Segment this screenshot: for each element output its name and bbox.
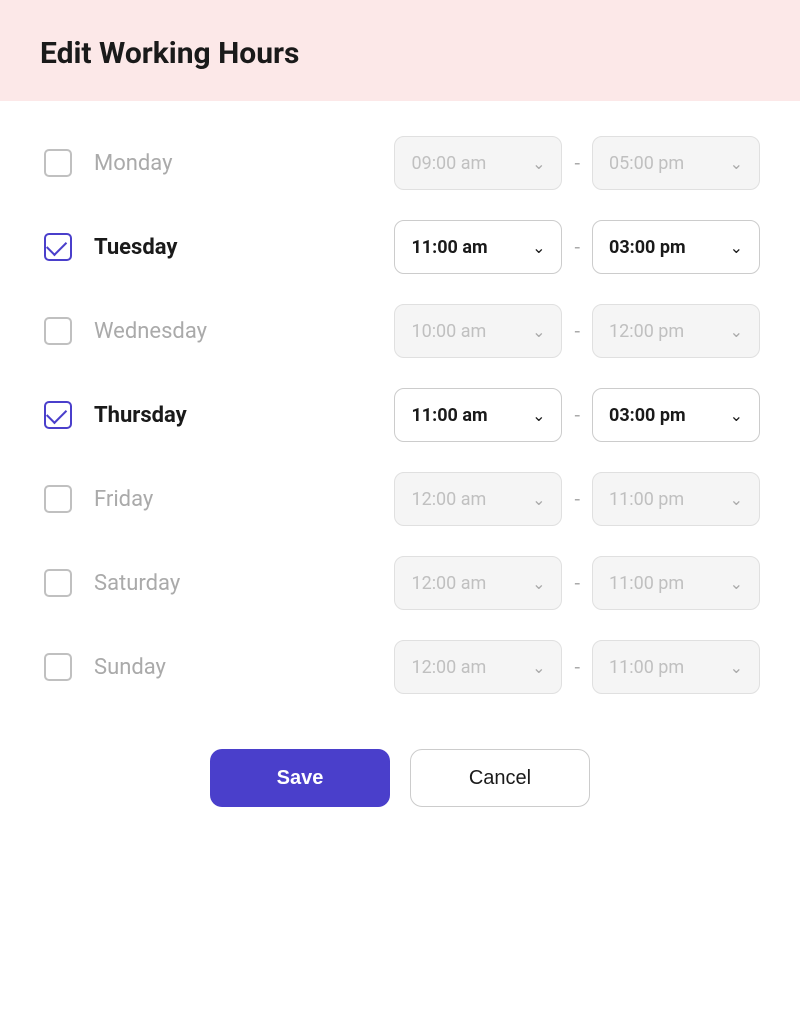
- checkbox-wrap-tuesday: [40, 229, 76, 265]
- end-time-sunday[interactable]: 11:00 pm ⌄: [592, 640, 760, 694]
- checkbox-sunday[interactable]: [44, 653, 72, 681]
- time-controls-monday: 09:00 am ⌄ - 05:00 pm ⌄: [394, 136, 760, 190]
- end-time-text-monday: 05:00 pm: [609, 153, 684, 174]
- checkbox-wrap-friday: [40, 481, 76, 517]
- day-row-thursday: Thursday 11:00 am ⌄ - 03:00 pm ⌄: [40, 383, 760, 447]
- start-time-text-tuesday: 11:00 am: [411, 237, 487, 258]
- end-time-text-wednesday: 12:00 pm: [609, 321, 684, 342]
- start-time-chevron-monday: ⌄: [532, 154, 545, 173]
- separator-friday: -: [574, 487, 580, 511]
- end-time-chevron-saturday: ⌄: [730, 574, 743, 593]
- end-time-saturday[interactable]: 11:00 pm ⌄: [592, 556, 760, 610]
- day-label-sunday: Sunday: [94, 655, 254, 680]
- start-time-text-friday: 12:00 am: [411, 489, 486, 510]
- checkbox-wednesday[interactable]: [44, 317, 72, 345]
- day-row-friday: Friday 12:00 am ⌄ - 11:00 pm ⌄: [40, 467, 760, 531]
- separator-monday: -: [574, 151, 580, 175]
- end-time-text-tuesday: 03:00 pm: [609, 237, 686, 258]
- time-controls-friday: 12:00 am ⌄ - 11:00 pm ⌄: [394, 472, 760, 526]
- end-time-chevron-friday: ⌄: [730, 490, 743, 509]
- end-time-text-sunday: 11:00 pm: [609, 657, 684, 678]
- end-time-tuesday[interactable]: 03:00 pm ⌄: [592, 220, 760, 274]
- start-time-chevron-sunday: ⌄: [532, 658, 545, 677]
- cancel-button[interactable]: Cancel: [410, 749, 590, 807]
- day-row-wednesday: Wednesday 10:00 am ⌄ - 12:00 pm ⌄: [40, 299, 760, 363]
- separator-thursday: -: [574, 403, 580, 427]
- checkbox-saturday[interactable]: [44, 569, 72, 597]
- checkbox-wrap-wednesday: [40, 313, 76, 349]
- time-controls-thursday: 11:00 am ⌄ - 03:00 pm ⌄: [394, 388, 760, 442]
- day-label-saturday: Saturday: [94, 571, 254, 596]
- save-button[interactable]: Save: [210, 749, 390, 807]
- end-time-chevron-wednesday: ⌄: [730, 322, 743, 341]
- day-row-saturday: Saturday 12:00 am ⌄ - 11:00 pm ⌄: [40, 551, 760, 615]
- end-time-friday[interactable]: 11:00 pm ⌄: [592, 472, 760, 526]
- day-label-monday: Monday: [94, 151, 254, 176]
- separator-tuesday: -: [574, 235, 580, 259]
- checkbox-wrap-saturday: [40, 565, 76, 601]
- end-time-monday[interactable]: 05:00 pm ⌄: [592, 136, 760, 190]
- start-time-saturday[interactable]: 12:00 am ⌄: [394, 556, 562, 610]
- start-time-friday[interactable]: 12:00 am ⌄: [394, 472, 562, 526]
- footer-actions: Save Cancel: [40, 749, 760, 817]
- end-time-chevron-tuesday: ⌄: [730, 238, 743, 257]
- day-label-tuesday: Tuesday: [94, 235, 254, 260]
- end-time-text-saturday: 11:00 pm: [609, 573, 684, 594]
- time-controls-tuesday: 11:00 am ⌄ - 03:00 pm ⌄: [394, 220, 760, 274]
- day-label-thursday: Thursday: [94, 403, 254, 428]
- start-time-text-saturday: 12:00 am: [411, 573, 486, 594]
- checkbox-friday[interactable]: [44, 485, 72, 513]
- start-time-text-wednesday: 10:00 am: [411, 321, 486, 342]
- separator-sunday: -: [574, 655, 580, 679]
- day-row-tuesday: Tuesday 11:00 am ⌄ - 03:00 pm ⌄: [40, 215, 760, 279]
- checkbox-monday[interactable]: [44, 149, 72, 177]
- start-time-chevron-friday: ⌄: [532, 490, 545, 509]
- start-time-chevron-tuesday: ⌄: [532, 238, 545, 257]
- checkbox-wrap-thursday: [40, 397, 76, 433]
- checkbox-wrap-monday: [40, 145, 76, 181]
- start-time-chevron-saturday: ⌄: [532, 574, 545, 593]
- end-time-thursday[interactable]: 03:00 pm ⌄: [592, 388, 760, 442]
- content-area: Monday 09:00 am ⌄ - 05:00 pm ⌄ Tuesday 1…: [0, 101, 800, 1026]
- start-time-text-thursday: 11:00 am: [411, 405, 487, 426]
- separator-saturday: -: [574, 571, 580, 595]
- checkbox-thursday[interactable]: [44, 401, 72, 429]
- start-time-thursday[interactable]: 11:00 am ⌄: [394, 388, 562, 442]
- start-time-chevron-wednesday: ⌄: [532, 322, 545, 341]
- page-header: Edit Working Hours: [0, 0, 800, 101]
- start-time-chevron-thursday: ⌄: [532, 406, 545, 425]
- page-title: Edit Working Hours: [40, 36, 760, 71]
- end-time-chevron-monday: ⌄: [730, 154, 743, 173]
- end-time-text-friday: 11:00 pm: [609, 489, 684, 510]
- day-label-friday: Friday: [94, 487, 254, 512]
- start-time-text-sunday: 12:00 am: [411, 657, 486, 678]
- start-time-sunday[interactable]: 12:00 am ⌄: [394, 640, 562, 694]
- time-controls-wednesday: 10:00 am ⌄ - 12:00 pm ⌄: [394, 304, 760, 358]
- start-time-text-monday: 09:00 am: [411, 153, 486, 174]
- separator-wednesday: -: [574, 319, 580, 343]
- start-time-tuesday[interactable]: 11:00 am ⌄: [394, 220, 562, 274]
- end-time-chevron-thursday: ⌄: [730, 406, 743, 425]
- time-controls-sunday: 12:00 am ⌄ - 11:00 pm ⌄: [394, 640, 760, 694]
- end-time-wednesday[interactable]: 12:00 pm ⌄: [592, 304, 760, 358]
- end-time-text-thursday: 03:00 pm: [609, 405, 686, 426]
- day-row-monday: Monday 09:00 am ⌄ - 05:00 pm ⌄: [40, 131, 760, 195]
- end-time-chevron-sunday: ⌄: [730, 658, 743, 677]
- day-label-wednesday: Wednesday: [94, 319, 254, 344]
- day-row-sunday: Sunday 12:00 am ⌄ - 11:00 pm ⌄: [40, 635, 760, 699]
- checkbox-wrap-sunday: [40, 649, 76, 685]
- start-time-monday[interactable]: 09:00 am ⌄: [394, 136, 562, 190]
- checkbox-tuesday[interactable]: [44, 233, 72, 261]
- time-controls-saturday: 12:00 am ⌄ - 11:00 pm ⌄: [394, 556, 760, 610]
- start-time-wednesday[interactable]: 10:00 am ⌄: [394, 304, 562, 358]
